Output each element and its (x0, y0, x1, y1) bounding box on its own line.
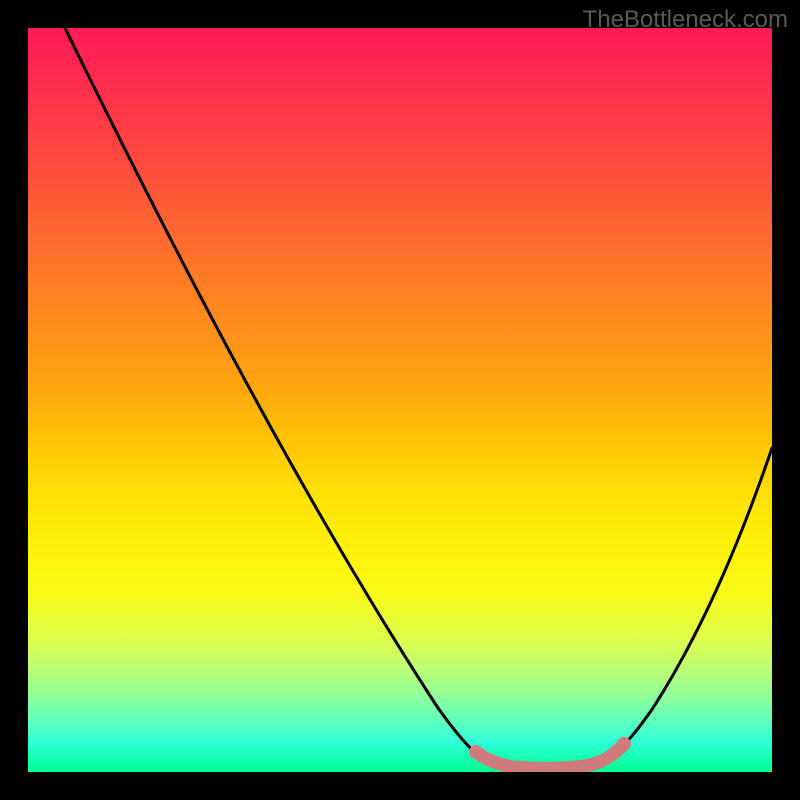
curve-svg (28, 28, 772, 772)
bottleneck-curve-line (65, 28, 772, 768)
highlight-start-dot (469, 745, 483, 759)
attribution-text: TheBottleneck.com (583, 6, 788, 34)
plot-area (28, 28, 772, 772)
highlight-zone-stroke (476, 744, 624, 768)
highlight-end-dot (617, 737, 631, 751)
